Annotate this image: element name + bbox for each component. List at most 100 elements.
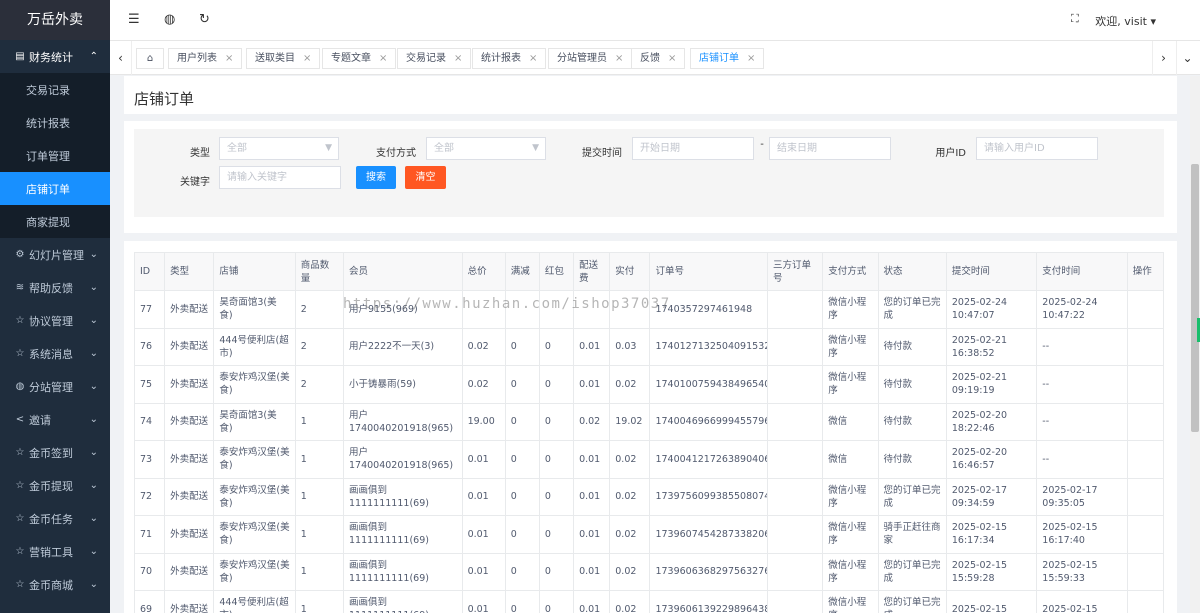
globe-icon[interactable]: ◍ — [164, 12, 175, 27]
sidebar-item[interactable]: ☆ 金币提现 ⌄ — [0, 469, 110, 502]
sidebar-subitem[interactable]: 商家提现 — [0, 205, 110, 238]
sidebar-subitem[interactable]: 订单管理 — [0, 139, 110, 172]
tab[interactable]: 用户列表 × — [168, 48, 243, 69]
tab-label: 用户列表 — [177, 53, 217, 64]
sidebar-item[interactable]: ☆ 金币签到 ⌄ — [0, 436, 110, 469]
table-cell: -- — [1036, 402, 1128, 441]
table-cell: 1739756099385508074 — [649, 477, 768, 516]
tab[interactable]: 店铺订单 × — [690, 48, 765, 69]
table-cell: 微信小程序 — [822, 590, 879, 613]
sidebar-item[interactable]: ▤ 财务统计 ⌃ — [0, 40, 110, 73]
table-cell — [766, 365, 824, 404]
tabs-scroll-left-button[interactable]: ‹ — [110, 41, 132, 75]
user-id-input[interactable]: 请输入用户ID — [976, 137, 1098, 160]
search-panel: 类型 全部 ▼ 支付方式 全部 ▼ 提交时间 开始日期 - 结束日期 用户ID 请输… — [124, 121, 1177, 233]
sidebar-item[interactable]: ⚙ 幻灯片管理 ⌄ — [0, 238, 110, 271]
sidebar-item[interactable]: < 邀请 ⌄ — [0, 403, 110, 436]
sidebar-item[interactable]: ◍ 分站管理 ⌄ — [0, 370, 110, 403]
table-row[interactable]: 75 外卖配送 泰安炸鸡汉堡(美食) 2 小于铸暴雨(59) 0.02 0 0 0.01 0.02… — [133, 365, 1165, 404]
table-cell: 泰安炸鸡汉堡(美食) — [213, 552, 296, 591]
tabs-dropdown-button[interactable]: ⌄ — [1176, 41, 1198, 75]
table-cell: -- — [1036, 440, 1128, 479]
tab[interactable]: 分站管理员 × — [548, 48, 633, 69]
sidebar-item[interactable]: ☆ 营销工具 ⌄ — [0, 535, 110, 568]
table-cell: 0 — [504, 515, 540, 554]
home-tab[interactable]: ⌂ — [136, 48, 164, 69]
close-icon[interactable]: × — [747, 53, 755, 64]
chevron-down-icon: ⌄ — [89, 249, 98, 260]
table-cell: 2025-02-15 — [945, 590, 1038, 613]
table-cell: 您的订单已完成 — [877, 290, 947, 329]
type-select[interactable]: 全部 ▼ — [219, 137, 339, 160]
table-cell: 您的订单已完成 — [877, 552, 947, 591]
chevron-down-icon: ▾ — [1150, 15, 1156, 28]
table-cell — [766, 327, 824, 366]
sidebar-item-label: 幻灯片管理 — [29, 248, 84, 262]
tab[interactable]: 专题文章 × — [322, 48, 397, 69]
fullscreen-icon[interactable]: ⛶ — [1071, 12, 1079, 26]
keyword-input[interactable]: 请输入关键字 — [219, 166, 341, 189]
table-cell: 0.01 — [573, 515, 611, 554]
table-cell: 2 — [294, 290, 345, 329]
sidebar-item[interactable]: ☆ 金币任务 ⌄ — [0, 502, 110, 535]
scrollbar-thumb[interactable] — [1191, 164, 1199, 432]
sidebar-item-label: 系统消息 — [29, 347, 73, 361]
table-cell: 泰安炸鸡汉堡(美食) — [213, 515, 296, 554]
sidebar-item[interactable]: ☆ 金币商城 ⌄ — [0, 568, 110, 601]
page-scrollbar[interactable] — [1190, 76, 1200, 613]
table-row[interactable]: 71 外卖配送 泰安炸鸡汉堡(美食) 1 画画俱到1111111111(69) 0.01 0… — [133, 515, 1165, 554]
pay-method-select[interactable]: 全部 ▼ — [426, 137, 546, 160]
sidebar-subitem[interactable]: 统计报表 — [0, 106, 110, 139]
column-header: 支付方式 — [822, 252, 879, 291]
star-icon: ☆ — [15, 579, 25, 590]
gear-icon: ⚙ — [15, 249, 25, 260]
tab[interactable]: 交易记录 × — [397, 48, 472, 69]
table-row[interactable]: 76 外卖配送 444号便利店(超市) 2 用户2222不一天(3) 0.02 0 0 0.01… — [133, 327, 1165, 366]
table-cell: 外卖配送 — [164, 515, 215, 554]
page-title: 店铺订单 — [134, 90, 195, 108]
table-cell: 74 — [133, 402, 166, 441]
table-cell: 微信小程序 — [822, 515, 879, 554]
table-cell: 1740100759438496540 — [649, 365, 768, 404]
user-menu[interactable]: 欢迎, visit ▾ — [1095, 13, 1156, 29]
clear-button[interactable]: 清空 — [405, 166, 446, 189]
menu-toggle-icon[interactable]: ☰ — [128, 12, 140, 27]
close-icon[interactable]: × — [303, 53, 311, 64]
close-icon[interactable]: × — [379, 53, 387, 64]
sidebar-subitem[interactable]: 店铺订单 — [0, 172, 110, 205]
table-row[interactable]: 70 外卖配送 泰安炸鸡汉堡(美食) 1 画画俱到1111111111(69) 0.01 0… — [133, 552, 1165, 591]
close-icon[interactable]: × — [529, 53, 537, 64]
table-row[interactable]: 74 外卖配送 昊奇面馆3(美食) 1 用户1740040201918(965) 19.0… — [133, 402, 1165, 441]
refresh-icon[interactable]: ↻ — [199, 12, 210, 27]
table-cell: 0.02 — [609, 477, 651, 516]
table-cell: 待付款 — [877, 402, 947, 441]
table-cell: 微信小程序 — [822, 477, 879, 516]
sidebar-item[interactable]: ☆ 协议管理 ⌄ — [0, 304, 110, 337]
table-row[interactable]: 72 外卖配送 泰安炸鸡汉堡(美食) 1 画画俱到1111111111(69) 0.01 0… — [133, 477, 1165, 516]
tab[interactable]: 反馈 × — [631, 48, 686, 69]
tab[interactable]: 送取类目 × — [246, 48, 321, 69]
table-cell: 泰安炸鸡汉堡(美食) — [213, 477, 296, 516]
chevron-down-icon: ⌄ — [89, 348, 98, 359]
close-icon[interactable]: × — [454, 53, 462, 64]
table-cell: 0.01 — [461, 440, 506, 479]
chevron-up-icon: ⌃ — [89, 51, 98, 62]
column-header: 实付 — [609, 252, 651, 291]
search-button[interactable]: 搜索 — [356, 166, 396, 189]
sidebar-item[interactable]: ☆ 系统消息 ⌄ — [0, 337, 110, 370]
table-row[interactable]: 73 外卖配送 泰安炸鸡汉堡(美食) 1 用户1740040201918(965) 0.0… — [133, 440, 1165, 479]
sidebar-item[interactable]: ≋ 帮助反馈 ⌄ — [0, 271, 110, 304]
table-cell — [1126, 590, 1165, 613]
close-icon[interactable]: × — [615, 53, 623, 64]
table-row[interactable]: 69外卖配送444号便利店(超市)1画画俱到1111111111(69)0.01… — [133, 590, 1165, 613]
tab-label: 店铺订单 — [699, 53, 739, 64]
close-icon[interactable]: × — [668, 53, 676, 64]
sidebar-subitem[interactable]: 交易记录 — [0, 73, 110, 106]
tab[interactable]: 统计报表 × — [472, 48, 547, 69]
close-icon[interactable]: × — [225, 53, 233, 64]
table-cell: 您的订单已完成 — [877, 590, 947, 613]
sidebar-menu: ▤ 财务统计 ⌃ 交易记录 统计报表 订单管理 店铺订单 商家提现 ⚙ 幻灯片管理 ⌄ ≋ 帮助反馈 ⌄ ☆… — [0, 40, 110, 601]
start-date-input[interactable]: 开始日期 — [632, 137, 754, 160]
end-date-input[interactable]: 结束日期 — [769, 137, 891, 160]
tabs-scroll-right-button[interactable]: › — [1152, 41, 1174, 75]
